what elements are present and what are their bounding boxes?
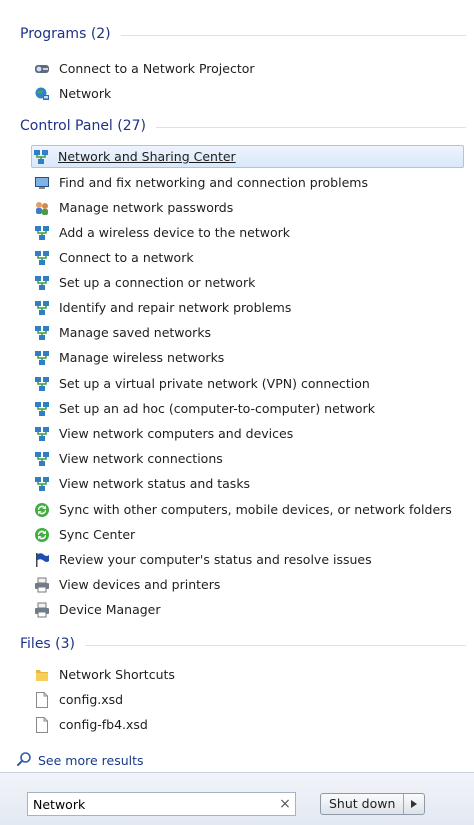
users-icon bbox=[33, 200, 51, 216]
result-item-label: Manage saved networks bbox=[59, 325, 212, 340]
result-item-manage-wireless[interactable]: Manage wireless networks bbox=[33, 346, 464, 369]
network-globe-icon bbox=[33, 86, 51, 102]
result-item-label: Manage network passwords bbox=[59, 200, 234, 215]
result-item-projector[interactable]: Connect to a Network Projector bbox=[33, 57, 464, 80]
file-icon bbox=[33, 691, 51, 708]
divider bbox=[120, 34, 466, 36]
files-header-label: Files (3) bbox=[20, 636, 76, 652]
result-item-config-xsd[interactable]: config.xsd bbox=[33, 688, 464, 711]
network-icon bbox=[32, 149, 50, 165]
result-item-label: Set up a virtual private network (VPN) c… bbox=[59, 376, 370, 391]
network-icon bbox=[33, 275, 51, 291]
result-item-find-and-fix[interactable]: Find and fix networking and connection p… bbox=[33, 171, 464, 194]
divider bbox=[156, 126, 466, 128]
file-icon bbox=[33, 716, 51, 733]
result-item-ad-hoc[interactable]: Set up an ad hoc (computer-to-computer) … bbox=[33, 397, 464, 420]
result-item-label: Device Manager bbox=[59, 602, 161, 617]
result-item-connect-to-network[interactable]: Connect to a network bbox=[33, 246, 464, 269]
printer-icon bbox=[33, 602, 51, 618]
start-menu-bottom-bar: × Shut down bbox=[0, 772, 474, 825]
result-item-label: config-fb4.xsd bbox=[59, 717, 148, 732]
result-item-view-connections[interactable]: View network connections bbox=[33, 447, 464, 470]
result-item-label: View devices and printers bbox=[59, 577, 221, 592]
result-item-config-fb4-xsd[interactable]: config-fb4.xsd bbox=[33, 713, 464, 736]
result-item-vpn[interactable]: Set up a virtual private network (VPN) c… bbox=[33, 372, 464, 395]
control-panel-group-header[interactable]: Control Panel (27) bbox=[20, 118, 466, 134]
see-more-results-link[interactable]: See more results bbox=[16, 751, 144, 770]
divider bbox=[85, 644, 466, 646]
sync-icon bbox=[33, 502, 51, 518]
result-item-sync-with-others[interactable]: Sync with other computers, mobile device… bbox=[33, 498, 464, 521]
result-item-identify-repair[interactable]: Identify and repair network problems bbox=[33, 296, 464, 319]
projector-icon bbox=[33, 61, 51, 77]
see-more-results-label: See more results bbox=[38, 753, 144, 768]
folder-icon bbox=[33, 667, 51, 683]
result-item-network[interactable]: Network bbox=[33, 82, 464, 105]
sync-icon bbox=[33, 527, 51, 543]
result-item-network-and-sharing-center[interactable]: Network and Sharing Center bbox=[31, 145, 464, 168]
result-item-review-status[interactable]: Review your computer's status and resolv… bbox=[33, 548, 464, 571]
network-icon bbox=[33, 376, 51, 392]
result-item-label: Network and Sharing Center bbox=[58, 149, 236, 164]
search-input[interactable] bbox=[28, 794, 275, 814]
result-item-label: View network connections bbox=[59, 451, 223, 466]
shut-down-button-group: Shut down bbox=[320, 793, 426, 815]
result-item-label: Add a wireless device to the network bbox=[59, 225, 291, 240]
result-item-label: Network Shortcuts bbox=[59, 667, 175, 682]
result-item-label: Manage wireless networks bbox=[59, 350, 225, 365]
printer-icon bbox=[33, 577, 51, 593]
search-icon bbox=[16, 751, 32, 770]
programs-header-label: Programs (2) bbox=[20, 26, 111, 42]
chevron-right-icon[interactable] bbox=[404, 794, 424, 814]
control-panel-header-label: Control Panel (27) bbox=[20, 118, 147, 134]
result-item-view-computers[interactable]: View network computers and devices bbox=[33, 422, 464, 445]
result-item-label: Sync Center bbox=[59, 527, 136, 542]
result-item-label: View network computers and devices bbox=[59, 426, 294, 441]
shut-down-button[interactable]: Shut down bbox=[321, 794, 405, 814]
result-item-label: Set up an ad hoc (computer-to-computer) … bbox=[59, 401, 375, 416]
result-item-devices-printers[interactable]: View devices and printers bbox=[33, 573, 464, 596]
result-item-label: Find and fix networking and connection p… bbox=[59, 175, 368, 190]
result-item-manage-passwords[interactable]: Manage network passwords bbox=[33, 196, 464, 219]
result-item-label: Connect to a Network Projector bbox=[59, 61, 255, 76]
result-item-label: View network status and tasks bbox=[59, 476, 251, 491]
result-item-label: Set up a connection or network bbox=[59, 275, 256, 290]
network-icon bbox=[33, 325, 51, 341]
network-icon bbox=[33, 250, 51, 266]
network-icon bbox=[33, 426, 51, 442]
result-item-setup-connection[interactable]: Set up a connection or network bbox=[33, 271, 464, 294]
result-item-label: Network bbox=[59, 86, 112, 101]
search-box[interactable]: × bbox=[27, 792, 296, 816]
result-item-label: config.xsd bbox=[59, 692, 124, 707]
result-item-sync-center[interactable]: Sync Center bbox=[33, 523, 464, 546]
result-item-manage-saved[interactable]: Manage saved networks bbox=[33, 321, 464, 344]
network-icon bbox=[33, 476, 51, 492]
result-item-label: Identify and repair network problems bbox=[59, 300, 292, 315]
network-icon bbox=[33, 225, 51, 241]
network-icon bbox=[33, 401, 51, 417]
result-item-add-wireless[interactable]: Add a wireless device to the network bbox=[33, 221, 464, 244]
troubleshoot-icon bbox=[33, 175, 51, 191]
start-menu-results: Programs (2) Connect to a Network Projec… bbox=[0, 0, 474, 770]
result-item-network-shortcuts[interactable]: Network Shortcuts bbox=[33, 663, 464, 686]
result-item-device-manager[interactable]: Device Manager bbox=[33, 598, 464, 621]
flag-icon bbox=[33, 552, 51, 568]
clear-icon[interactable]: × bbox=[275, 796, 295, 812]
result-item-label: Review your computer's status and resolv… bbox=[59, 552, 372, 567]
network-icon bbox=[33, 300, 51, 316]
result-item-label: Connect to a network bbox=[59, 250, 194, 265]
result-item-label: Sync with other computers, mobile device… bbox=[59, 502, 452, 517]
result-item-view-status[interactable]: View network status and tasks bbox=[33, 472, 464, 495]
network-icon bbox=[33, 451, 51, 467]
programs-group-header[interactable]: Programs (2) bbox=[20, 26, 466, 42]
files-group-header[interactable]: Files (3) bbox=[20, 636, 466, 652]
network-icon bbox=[33, 350, 51, 366]
